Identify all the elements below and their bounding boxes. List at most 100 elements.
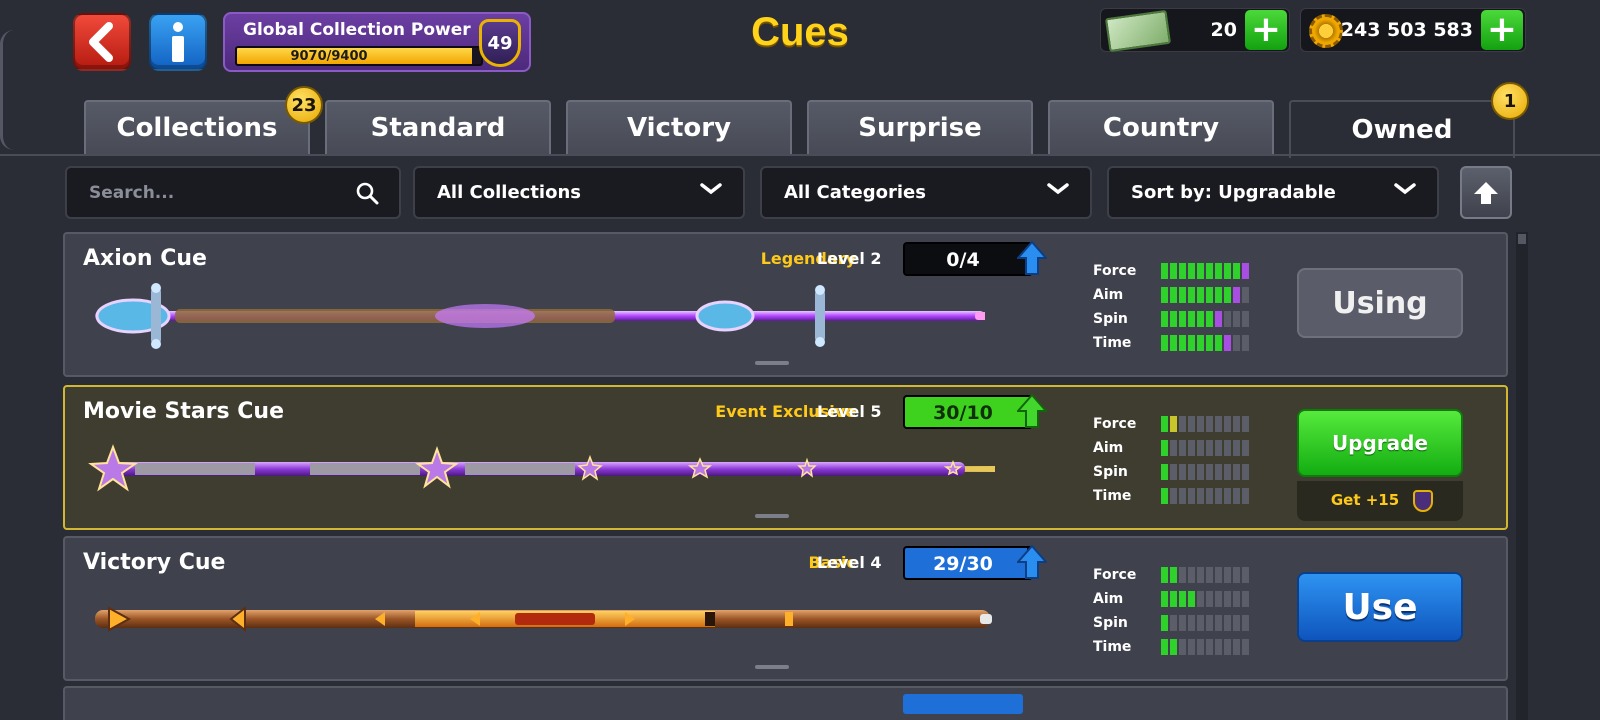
stat-segment (1224, 311, 1231, 327)
tab-surprise[interactable]: Surprise (807, 100, 1033, 154)
aim-bar (1161, 287, 1249, 303)
stat-segment (1188, 567, 1195, 583)
cue-progress-text: 30/10 (933, 402, 993, 424)
stat-segment (1197, 311, 1204, 327)
stat-segment (1188, 416, 1195, 432)
stat-segment (1197, 567, 1204, 583)
stat-segment (1224, 464, 1231, 480)
cue-progress-bar: 0/4 (903, 242, 1033, 276)
stat-segment (1224, 335, 1231, 351)
cue-card[interactable]: Axion Cue Legendary Level 2 0/4 Force Ai… (63, 232, 1508, 377)
collections-dropdown-value: All Collections (437, 182, 581, 203)
stat-segment (1170, 440, 1177, 456)
stat-segment (1170, 567, 1177, 583)
stat-segment (1242, 311, 1249, 327)
spin-bar (1161, 615, 1249, 631)
stat-segment (1179, 488, 1186, 504)
categories-dropdown[interactable]: All Categories (760, 166, 1092, 219)
upgrade-arrow-icon (1017, 240, 1047, 275)
stat-segment (1170, 591, 1177, 607)
sort-direction-button[interactable] (1460, 166, 1512, 219)
stat-segment (1161, 311, 1168, 327)
back-arrow-icon (89, 22, 113, 62)
collection-level-shield-icon: 49 (479, 19, 521, 67)
aim-bar (1161, 591, 1249, 607)
scrollbar-thumb[interactable] (1518, 234, 1526, 244)
sort-dropdown[interactable]: Sort by: Upgradable (1107, 166, 1439, 219)
tab-label: Standard (370, 113, 506, 143)
stat-label: Spin (1093, 464, 1128, 480)
spin-bar (1161, 464, 1249, 480)
coin-value: 243 503 583 (1340, 19, 1473, 41)
global-collection-power-panel[interactable]: Global Collection Power 9070/9400 49 (223, 12, 531, 72)
tab-label: Victory (626, 113, 732, 143)
stat-segment (1170, 416, 1177, 432)
stat-segment (1161, 488, 1168, 504)
stat-segment (1188, 287, 1195, 303)
stat-segment (1215, 263, 1222, 279)
stat-segment (1179, 615, 1186, 631)
search-box[interactable] (65, 166, 401, 219)
stat-segment (1197, 440, 1204, 456)
aim-bar (1161, 440, 1249, 456)
screen-edge-decoration (0, 30, 14, 150)
stat-segment (1242, 488, 1249, 504)
stat-segment (1206, 615, 1213, 631)
cash-value: 20 (1210, 19, 1237, 41)
stat-segment (1242, 416, 1249, 432)
stat-segment (1161, 416, 1168, 432)
stat-segment (1242, 464, 1249, 480)
stat-segment (1197, 615, 1204, 631)
stat-segment (1224, 488, 1231, 504)
tab-collections[interactable]: Collections (84, 100, 310, 154)
stat-segment (1179, 335, 1186, 351)
stat-segment (1206, 416, 1213, 432)
stat-segment (1188, 311, 1195, 327)
cue-card[interactable]: Victory Cue Basic Level 4 29/30 Force Ai… (63, 536, 1508, 681)
stat-segment (1233, 464, 1240, 480)
stat-label: Time (1093, 639, 1132, 655)
stat-segment (1197, 488, 1204, 504)
info-icon (172, 22, 184, 62)
tab-label: Collections (116, 113, 278, 143)
stat-segment (1242, 287, 1249, 303)
collection-shield-icon (1413, 490, 1433, 512)
collections-dropdown[interactable]: All Collections (413, 166, 745, 219)
add-cash-button[interactable]: + (1245, 10, 1287, 50)
tab-country[interactable]: Country (1048, 100, 1274, 154)
cue-card-partial[interactable] (63, 686, 1508, 720)
stat-segment (1197, 263, 1204, 279)
search-input[interactable] (89, 182, 329, 203)
tab-owned[interactable]: Owned (1289, 100, 1515, 158)
stat-segment (1233, 639, 1240, 655)
cue-card[interactable]: Movie Stars Cue Event Exclusive Level 5 … (63, 385, 1508, 530)
collection-power-bar: 9070/9400 (235, 46, 483, 66)
upgrade-arrow-icon (1017, 544, 1047, 579)
stat-segment (1224, 440, 1231, 456)
time-bar (1161, 639, 1249, 655)
use-button[interactable]: Use (1297, 572, 1463, 642)
tab-victory[interactable]: Victory (566, 100, 792, 154)
cue-level: Level 4 (817, 553, 882, 572)
owned-count-badge: 1 (1491, 82, 1529, 120)
stat-segment (1197, 335, 1204, 351)
stat-segment (1161, 591, 1168, 607)
cue-name: Victory Cue (83, 550, 226, 575)
stat-segment (1161, 639, 1168, 655)
stat-segment (1242, 567, 1249, 583)
tab-standard[interactable]: Standard (325, 100, 551, 154)
add-coins-button[interactable]: + (1481, 10, 1523, 50)
stat-segment (1233, 287, 1240, 303)
info-button[interactable] (149, 13, 207, 71)
upgrade-button[interactable]: Upgrade (1297, 409, 1463, 477)
back-button[interactable] (73, 13, 131, 71)
using-button[interactable]: Using (1297, 268, 1463, 338)
stat-segment (1161, 567, 1168, 583)
stat-segment (1233, 263, 1240, 279)
list-scrollbar[interactable] (1516, 232, 1528, 720)
stat-segment (1197, 287, 1204, 303)
axion-cue-image (95, 283, 985, 349)
stat-segment (1170, 639, 1177, 655)
time-bar (1161, 488, 1249, 504)
stat-label: Force (1093, 567, 1137, 583)
